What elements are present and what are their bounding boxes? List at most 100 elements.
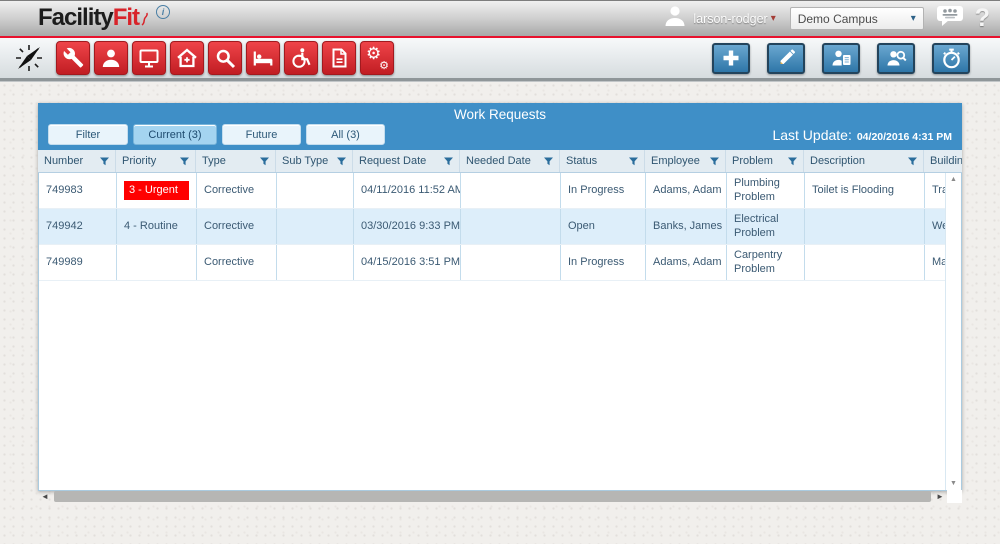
vertical-scrollbar[interactable]: ▲ ▼	[945, 173, 961, 490]
cell-needed-date	[461, 173, 561, 208]
monitor-icon	[138, 47, 160, 69]
cell-priority	[117, 245, 197, 280]
tab-all[interactable]: All (3)	[306, 124, 385, 145]
top-header-bar: FacilityFit i larson-rodger ▾ Demo Campu…	[0, 0, 1000, 36]
table-row[interactable]: 749983 3 - Urgent Corrective 04/11/2016 …	[39, 173, 947, 209]
cell-type: Corrective	[197, 245, 277, 280]
filter-icon[interactable]	[904, 157, 917, 166]
tab-future[interactable]: Future	[222, 124, 301, 145]
tab-current[interactable]: Current (3)	[133, 124, 217, 145]
cell-building: West	[925, 209, 947, 244]
cell-problem: Carpentry Problem	[727, 245, 805, 280]
column-header-request-date[interactable]: Request Date	[353, 150, 460, 172]
cell-problem: Plumbing Problem	[727, 173, 805, 208]
scroll-right-arrow-icon[interactable]: ►	[933, 492, 947, 501]
toolbar-shadow-band	[0, 78, 1000, 82]
scroll-up-arrow-icon[interactable]: ▲	[946, 176, 961, 183]
info-icon[interactable]: i	[156, 5, 170, 19]
cell-status: In Progress	[561, 173, 646, 208]
settings-button[interactable]: ⚙ ⚙	[360, 41, 394, 75]
horizontal-scrollbar[interactable]: ◄ ►	[38, 490, 962, 503]
horizontal-scroll-thumb[interactable]	[54, 491, 931, 502]
wheelchair-icon	[290, 47, 312, 69]
cell-request-date: 03/30/2016 9:33 PM	[354, 209, 461, 244]
column-header-status[interactable]: Status	[560, 150, 645, 172]
filter-icon[interactable]	[440, 157, 453, 166]
filter-icon[interactable]	[540, 157, 553, 166]
edit-button[interactable]	[767, 43, 805, 74]
accessibility-button[interactable]	[284, 41, 318, 75]
column-header-description[interactable]: Description	[804, 150, 924, 172]
last-update-label: Last Update:	[772, 127, 851, 143]
column-header-sub-type[interactable]: Sub Type	[276, 150, 353, 172]
add-button[interactable]	[712, 43, 750, 74]
facilityfit-logo: FacilityFit i	[38, 4, 170, 34]
table-row[interactable]: 749989 Corrective 04/15/2016 3:51 PM In …	[39, 245, 947, 281]
cell-sub-type	[277, 245, 354, 280]
cell-needed-date	[461, 245, 561, 280]
cell-employee: Adams, Adam	[646, 245, 727, 280]
user-name[interactable]: larson-rodger	[693, 12, 767, 26]
filter-icon[interactable]	[333, 157, 346, 166]
filter-icon[interactable]	[784, 157, 797, 166]
column-header-priority[interactable]: Priority	[116, 150, 196, 172]
compass-icon[interactable]	[14, 43, 44, 73]
last-update-value: 04/20/2016 4:31 PM	[857, 131, 952, 143]
cell-employee: Banks, James	[646, 209, 727, 244]
header-right-group: larson-rodger ▾ Demo Campus ▾ ?	[663, 4, 990, 33]
cell-number: 749942	[39, 209, 117, 244]
chat-icon[interactable]	[936, 5, 965, 33]
column-header-number[interactable]: Number	[38, 150, 116, 172]
document-button[interactable]	[322, 41, 356, 75]
table-row[interactable]: 749942 4 - Routine Corrective 03/30/2016…	[39, 209, 947, 245]
filter-icon[interactable]	[625, 157, 638, 166]
table-rows-viewport: 749983 3 - Urgent Corrective 04/11/2016 …	[39, 173, 947, 281]
home-add-icon	[176, 47, 198, 69]
filter-icon[interactable]	[256, 157, 269, 166]
monitor-button[interactable]	[132, 41, 166, 75]
help-button[interactable]: ?	[975, 6, 990, 31]
filter-icon[interactable]	[96, 157, 109, 166]
column-header-building[interactable]: Building	[924, 150, 962, 172]
technician-button[interactable]	[94, 41, 128, 75]
tab-filter[interactable]: Filter	[48, 124, 128, 145]
table-body: 749983 3 - Urgent Corrective 04/11/2016 …	[38, 173, 962, 491]
bed-icon	[252, 47, 274, 69]
search-button[interactable]	[208, 41, 242, 75]
column-header-problem[interactable]: Problem	[726, 150, 804, 172]
document-icon	[328, 47, 350, 69]
filter-icon[interactable]	[176, 157, 189, 166]
work-requests-panel: Work Requests Filter Current (3) Future …	[38, 103, 962, 491]
gears-icon: ⚙ ⚙	[366, 47, 388, 69]
main-toolbar: ⚙ ⚙	[0, 38, 1000, 78]
cell-number: 749983	[39, 173, 117, 208]
scroll-down-arrow-icon[interactable]: ▼	[946, 480, 961, 487]
campus-select-caret-icon: ▾	[911, 13, 916, 24]
cell-problem: Electrical Problem	[727, 209, 805, 244]
table-header-row: Number Priority Type Sub Type Request Da…	[38, 150, 962, 173]
person-search-button[interactable]	[877, 43, 915, 74]
user-menu-caret-icon[interactable]: ▾	[771, 13, 776, 24]
cell-employee: Adams, Adam	[646, 173, 727, 208]
person-document-icon	[831, 48, 852, 68]
panel-header: Work Requests Filter Current (3) Future …	[38, 103, 962, 150]
cell-description	[805, 245, 925, 280]
filter-icon[interactable]	[706, 157, 719, 166]
campus-select[interactable]: Demo Campus ▾	[790, 7, 924, 30]
bed-button[interactable]	[246, 41, 280, 75]
stopwatch-button[interactable]	[932, 43, 970, 74]
cell-number: 749989	[39, 245, 117, 280]
last-update: Last Update: 04/20/2016 4:31 PM	[772, 127, 954, 143]
work-order-wrench-button[interactable]	[56, 41, 90, 75]
column-header-needed-date[interactable]: Needed Date	[460, 150, 560, 172]
logo-facility-text: Facility	[38, 4, 113, 32]
cell-description: Toilet is Flooding	[805, 173, 925, 208]
cell-request-date: 04/15/2016 3:51 PM	[354, 245, 461, 280]
cell-request-date: 04/11/2016 11:52 AM	[354, 173, 461, 208]
column-header-type[interactable]: Type	[196, 150, 276, 172]
scroll-left-arrow-icon[interactable]: ◄	[38, 492, 52, 501]
cell-status: In Progress	[561, 245, 646, 280]
home-add-button[interactable]	[170, 41, 204, 75]
assign-person-button[interactable]	[822, 43, 860, 74]
column-header-employee[interactable]: Employee	[645, 150, 726, 172]
